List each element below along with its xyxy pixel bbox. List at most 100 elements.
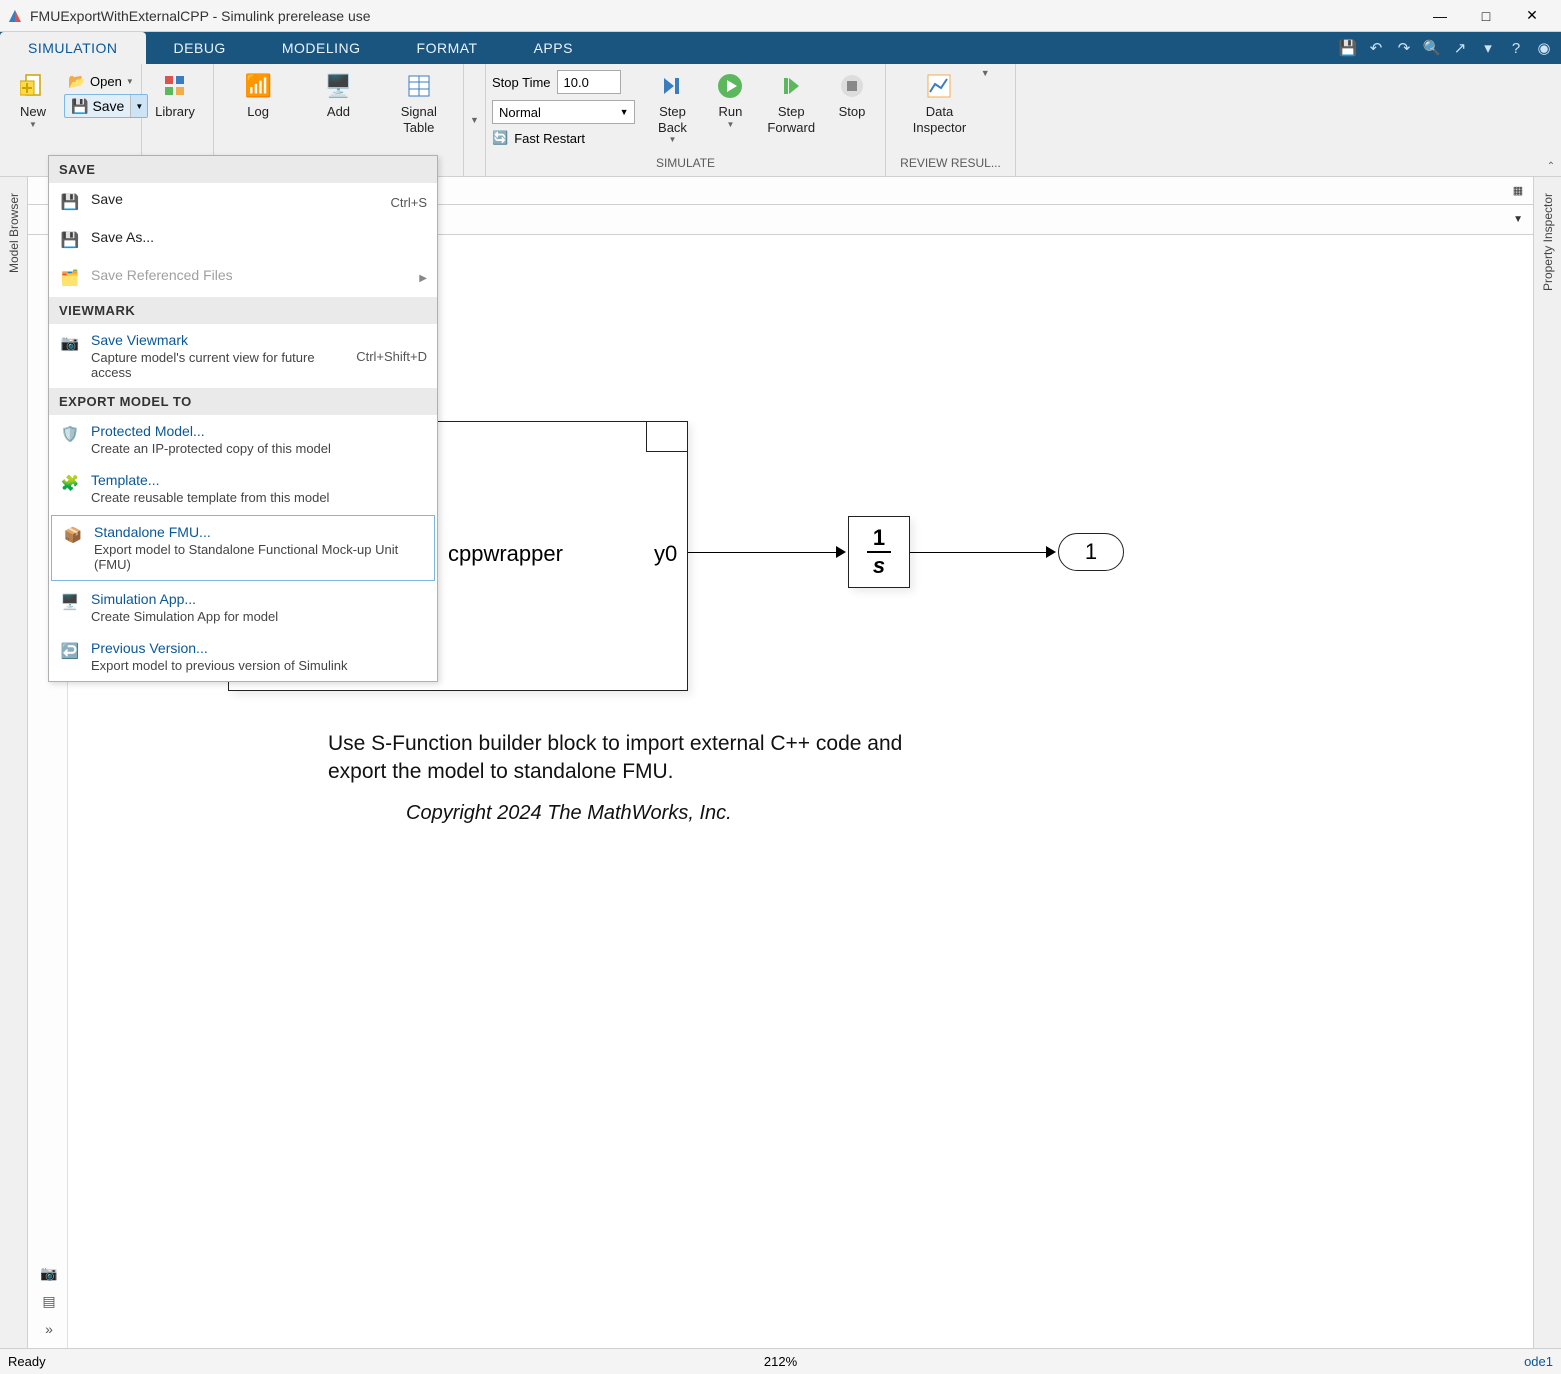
- tab-debug[interactable]: DEBUG: [146, 32, 254, 64]
- statusbar: Ready 212% ode1: [0, 1348, 1561, 1374]
- menu-item-save-viewmark[interactable]: 📷 Save Viewmark Capture model's current …: [49, 324, 437, 388]
- group-review: Data Inspector ▼ REVIEW RESUL...: [886, 64, 1016, 176]
- step-forward-button[interactable]: Step Forward: [761, 68, 821, 137]
- signal-table-icon: [408, 70, 430, 102]
- new-icon: [20, 70, 46, 102]
- step-back-label: Step Back: [658, 104, 687, 135]
- list-icon[interactable]: ▤: [38, 1290, 60, 1312]
- tab-modeling[interactable]: MODELING: [254, 32, 389, 64]
- app-icon: 🖥️: [59, 591, 81, 613]
- shield-icon: 🛡️: [59, 423, 81, 445]
- stop-icon: [840, 70, 864, 102]
- menu-item-save[interactable]: 💾 Save Ctrl+S: [49, 183, 437, 221]
- arrowhead-1: [836, 546, 846, 558]
- signal-table-button[interactable]: Signal Table: [392, 68, 446, 137]
- expand-palette-icon[interactable]: »: [38, 1318, 60, 1340]
- maximize-button[interactable]: □: [1463, 1, 1509, 31]
- menu-item-protected-model[interactable]: 🛡️ Protected Model... Create an IP-prote…: [49, 415, 437, 464]
- group-review-label: REVIEW RESUL...: [892, 156, 1009, 176]
- titlebar: FMUExportWithExternalCPP - Simulink prer…: [0, 0, 1561, 32]
- library-button[interactable]: Library: [148, 68, 202, 122]
- qat-undo-icon[interactable]: ↶: [1365, 37, 1387, 59]
- fast-restart-label: Fast Restart: [514, 131, 585, 146]
- log-button[interactable]: 📶 Log: [231, 68, 285, 122]
- qat-save-icon[interactable]: 💾: [1337, 37, 1359, 59]
- close-button[interactable]: ✕: [1509, 1, 1555, 31]
- step-back-button[interactable]: Step Back ▼: [645, 68, 699, 146]
- save-icon: 💾: [71, 98, 88, 115]
- new-label: New: [20, 104, 46, 120]
- status-left: Ready: [8, 1354, 46, 1369]
- stop-button[interactable]: Stop: [825, 68, 879, 122]
- sim-mode-select[interactable]: Normal ▼: [492, 100, 635, 124]
- integrator-numerator: 1: [873, 525, 885, 551]
- outport-number: 1: [1085, 539, 1097, 565]
- step-back-icon: [660, 70, 684, 102]
- camera-icon[interactable]: 📷: [38, 1262, 60, 1284]
- tab-simulation[interactable]: SIMULATION: [0, 32, 146, 64]
- qat-minimize-ribbon-icon[interactable]: ◉: [1533, 37, 1555, 59]
- save-as-icon: 💾: [59, 229, 81, 251]
- library-label: Library: [155, 104, 195, 120]
- tab-apps[interactable]: APPS: [506, 32, 601, 64]
- ribbon-expand-toggle[interactable]: ⌃: [1543, 158, 1559, 174]
- qat-help-icon[interactable]: ?: [1505, 37, 1527, 59]
- qat-search-icon[interactable]: 🔍: [1421, 37, 1443, 59]
- add-icon: 🖥️: [325, 70, 352, 102]
- copyright-text: Copyright 2024 The MathWorks, Inc.: [406, 800, 732, 827]
- fast-restart-toggle[interactable]: 🔄 Fast Restart: [492, 128, 635, 148]
- menu-item-simulation-app[interactable]: 🖥️ Simulation App... Create Simulation A…: [49, 583, 437, 632]
- group-simulate: Stop Time Normal ▼ 🔄 Fast Restart Step B…: [486, 64, 886, 176]
- run-icon: [717, 70, 743, 102]
- qat-dropdown-icon[interactable]: ▾: [1477, 37, 1499, 59]
- data-inspector-icon: [927, 70, 951, 102]
- log-label: Log: [247, 104, 269, 120]
- path-dropdown[interactable]: ▼: [1509, 214, 1527, 225]
- minimize-button[interactable]: —: [1417, 1, 1463, 31]
- previous-version-icon: ↩️: [59, 640, 81, 662]
- save-icon: 💾: [59, 191, 81, 213]
- window-controls: — □ ✕: [1417, 1, 1555, 31]
- property-inspector-tab[interactable]: Property Inspector: [1541, 185, 1555, 299]
- prepare-gallery-dropdown[interactable]: ▼: [464, 64, 486, 176]
- fast-restart-icon: 🔄: [492, 130, 508, 146]
- shortcut-save: Ctrl+S: [391, 195, 427, 210]
- review-gallery-dropdown[interactable]: ▼: [976, 68, 994, 78]
- fmu-icon: 📦: [62, 524, 84, 546]
- integrator-denominator: s: [873, 553, 885, 579]
- run-button[interactable]: Run ▼: [703, 68, 757, 131]
- log-icon: 📶: [244, 70, 271, 102]
- status-solver[interactable]: ode1: [1524, 1354, 1553, 1369]
- data-inspector-button[interactable]: Data Inspector: [907, 68, 972, 137]
- model-browser-tab[interactable]: Model Browser: [7, 185, 21, 281]
- qat-redo-icon[interactable]: ↷: [1393, 37, 1415, 59]
- model-description-text: Use S-Function builder block to import e…: [328, 730, 918, 787]
- open-button[interactable]: 📂 Open ▼: [64, 70, 148, 92]
- ribbon-tabstrip: SIMULATION DEBUG MODELING FORMAT APPS 💾 …: [0, 32, 1561, 64]
- integrator-block[interactable]: 1 s: [848, 516, 910, 588]
- menu-item-previous-version[interactable]: ↩️ Previous Version... Export model to p…: [49, 632, 437, 681]
- stop-label: Stop: [839, 104, 866, 120]
- tile-view-icon[interactable]: ▦: [1509, 182, 1527, 200]
- left-dock: Model Browser: [0, 177, 28, 1348]
- add-button[interactable]: 🖥️ Add: [311, 68, 365, 122]
- shortcut-viewmark: Ctrl+Shift+D: [356, 349, 427, 364]
- qat-shortcut-icon[interactable]: ↗: [1449, 37, 1471, 59]
- add-label: Add: [327, 104, 350, 120]
- new-button[interactable]: New ▼: [6, 68, 60, 131]
- stop-time-input[interactable]: [557, 70, 621, 94]
- group-simulate-label: SIMULATE: [492, 156, 879, 176]
- menu-item-standalone-fmu[interactable]: 📦 Standalone FMU... Export model to Stan…: [51, 515, 435, 581]
- save-ref-icon: 🗂️: [59, 267, 81, 289]
- outport-block[interactable]: 1: [1058, 533, 1124, 571]
- signal-table-label: Signal Table: [401, 104, 437, 135]
- save-dropdown-menu: SAVE 💾 Save Ctrl+S 💾 Save As... 🗂️ Save …: [48, 155, 438, 682]
- library-icon: [164, 70, 186, 102]
- save-split-button[interactable]: 💾Save ▼: [64, 94, 148, 118]
- menu-item-template[interactable]: 🧩 Template... Create reusable template f…: [49, 464, 437, 513]
- status-zoom[interactable]: 212%: [764, 1354, 797, 1369]
- tab-format[interactable]: FORMAT: [389, 32, 506, 64]
- run-label: Run: [719, 104, 743, 120]
- right-dock: Property Inspector: [1533, 177, 1561, 1348]
- menu-item-save-as[interactable]: 💾 Save As...: [49, 221, 437, 259]
